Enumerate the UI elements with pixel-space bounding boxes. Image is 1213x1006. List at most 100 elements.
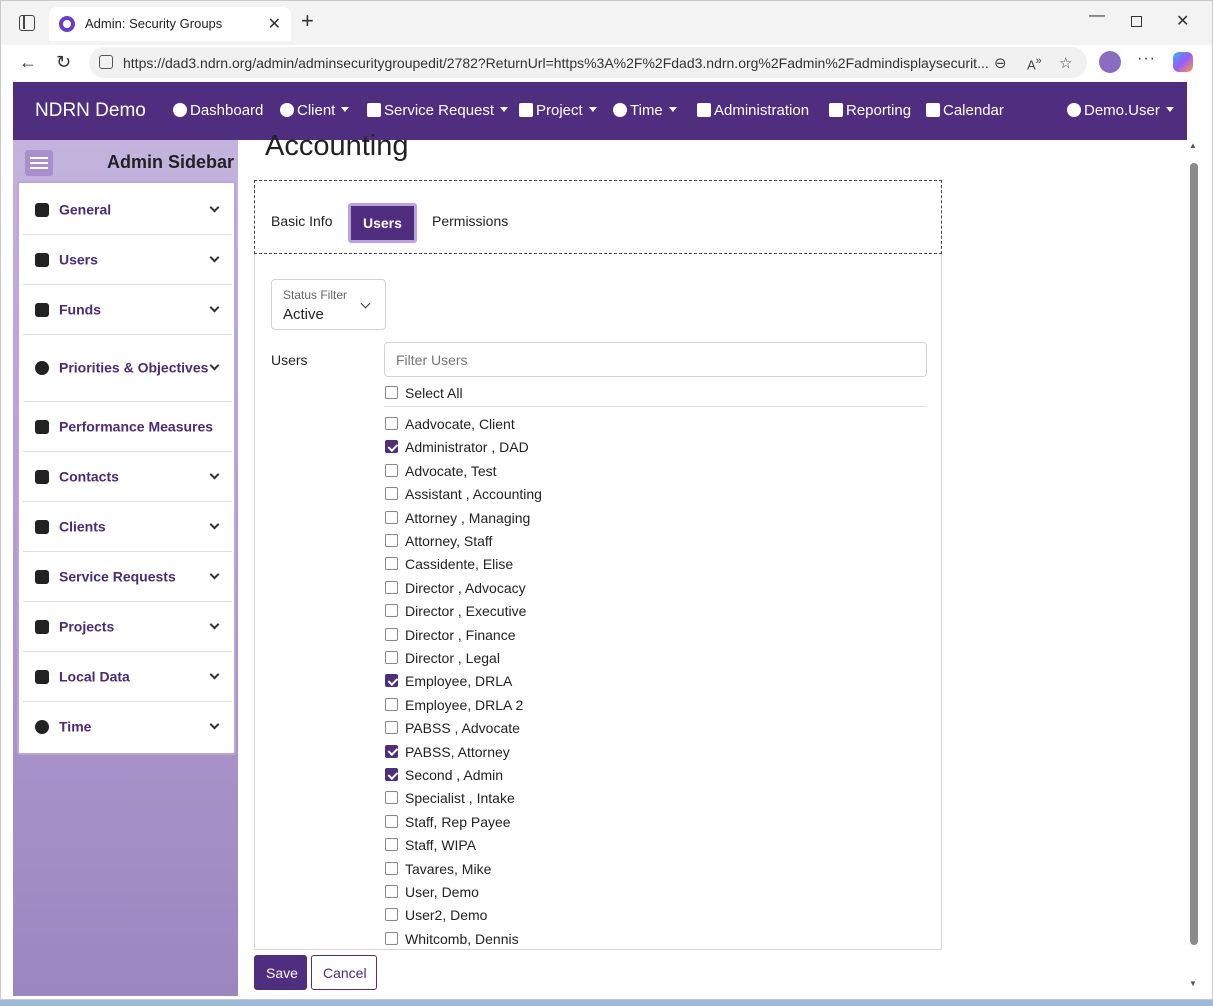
user-checkbox[interactable]	[385, 627, 398, 641]
user-label[interactable]: Staff, Rep Payee	[405, 814, 511, 830]
user-label[interactable]: Aadvocate, Client	[405, 416, 515, 432]
browser-tab[interactable]: Admin: Security Groups ✕	[49, 7, 291, 41]
scroll-down-arrow-icon[interactable]: ▼	[1189, 979, 1197, 988]
copilot-icon[interactable]	[1173, 52, 1193, 72]
user-label[interactable]: Staff, WIPA	[405, 837, 476, 853]
user-checkbox[interactable]	[385, 908, 398, 922]
nav-service-request[interactable]: Service Request	[367, 102, 509, 119]
user-row[interactable]: Employee, DRLA	[384, 671, 784, 691]
user-row[interactable]: PABSS, Attorney	[384, 742, 784, 762]
user-checkbox[interactable]	[385, 768, 398, 781]
tab-basic-info[interactable]: Basic Info	[257, 203, 346, 239]
sidebar-toggle-icon[interactable]	[19, 15, 35, 31]
user-checkbox[interactable]	[385, 604, 398, 618]
user-label[interactable]: Tavares, Mike	[405, 861, 491, 877]
user-checkbox[interactable]	[385, 463, 398, 477]
new-tab-icon[interactable]: +	[301, 10, 314, 32]
url-text[interactable]: https://dad3.ndrn.org/admin/adminsecurit…	[123, 55, 1003, 71]
user-row[interactable]: Director , Finance	[384, 625, 784, 645]
user-label[interactable]: Second , Admin	[405, 767, 503, 783]
user-label[interactable]: Attorney , Managing	[405, 510, 530, 526]
user-checkbox[interactable]	[385, 885, 398, 898]
sidebar-item-users[interactable]: Users	[23, 235, 232, 285]
user-row[interactable]: User2, Demo	[384, 905, 784, 925]
user-label[interactable]: Cassidente, Elise	[405, 556, 513, 572]
user-row[interactable]: Employee, DRLA 2	[384, 695, 784, 715]
user-row[interactable]: Second , Admin	[384, 765, 784, 785]
user-label[interactable]: Whitcomb, Dennis	[405, 931, 519, 947]
user-label[interactable]: Employee, DRLA 2	[405, 697, 523, 713]
user-checkbox[interactable]	[385, 651, 398, 664]
status-filter-select[interactable]: Status Filter Active	[271, 279, 386, 330]
user-label[interactable]: Director , Finance	[405, 627, 515, 643]
sidebar-item-priorities[interactable]: Priorities & Objectives	[23, 335, 232, 402]
close-tab-icon[interactable]: ✕	[268, 14, 281, 34]
user-label[interactable]: Administrator , DAD	[405, 439, 529, 455]
nav-client[interactable]: Client	[280, 102, 350, 119]
user-row[interactable]: Aadvocate, Client	[384, 414, 784, 434]
cancel-button[interactable]: Cancel	[311, 955, 377, 990]
user-checkbox[interactable]	[385, 931, 398, 945]
nav-calendar[interactable]: Calendar	[926, 102, 1004, 119]
user-label[interactable]: Specialist , Intake	[405, 790, 515, 806]
user-checkbox[interactable]	[385, 721, 398, 735]
user-checkbox[interactable]	[385, 791, 398, 805]
tab-permissions[interactable]: Permissions	[418, 203, 522, 239]
read-aloud-icon[interactable]: A»	[1027, 55, 1042, 72]
user-checkbox[interactable]	[385, 838, 398, 852]
user-row[interactable]: Director , Legal	[384, 648, 784, 668]
user-label[interactable]: PABSS, Attorney	[405, 744, 510, 760]
sidebar-item-general[interactable]: General	[23, 185, 232, 235]
sidebar-item-funds[interactable]: Funds	[23, 285, 232, 335]
more-options-icon[interactable]: ···	[1137, 50, 1156, 68]
user-row[interactable]: Staff, Rep Payee	[384, 812, 784, 832]
profile-avatar-icon[interactable]	[1099, 51, 1121, 73]
user-checkbox[interactable]	[385, 487, 398, 501]
url-field[interactable]: https://dad3.ndrn.org/admin/adminsecurit…	[89, 47, 1087, 78]
site-info-icon[interactable]	[99, 55, 113, 69]
user-checkbox[interactable]	[385, 440, 398, 454]
user-label[interactable]: User2, Demo	[405, 907, 487, 923]
scroll-up-arrow-icon[interactable]: ▲	[1189, 141, 1197, 150]
user-checkbox[interactable]	[385, 557, 398, 571]
nav-dashboard[interactable]: Dashboard	[173, 102, 263, 119]
nav-administration[interactable]: Administration	[697, 102, 809, 119]
user-row[interactable]: Specialist , Intake	[384, 788, 784, 808]
sidebar-item-service-requests[interactable]: Service Requests	[23, 552, 232, 602]
maximize-icon[interactable]	[1131, 16, 1142, 27]
user-row[interactable]: Whitcomb, Dennis	[384, 929, 784, 949]
back-icon[interactable]: ←	[19, 52, 37, 73]
user-label[interactable]: Director , Advocacy	[405, 580, 526, 596]
user-row[interactable]: Tavares, Mike	[384, 859, 784, 879]
user-checkbox[interactable]	[385, 744, 398, 758]
user-checkbox[interactable]	[385, 580, 398, 594]
user-label[interactable]: PABSS , Advocate	[405, 720, 520, 736]
hamburger-menu-icon[interactable]	[25, 150, 53, 176]
user-label[interactable]: Advocate, Test	[405, 463, 497, 479]
user-checkbox[interactable]	[385, 510, 398, 524]
user-row[interactable]: Staff, WIPA	[384, 835, 784, 855]
sidebar-item-local-data[interactable]: Local Data	[23, 652, 232, 702]
user-checkbox[interactable]	[385, 861, 398, 875]
user-label[interactable]: Employee, DRLA	[405, 673, 512, 689]
favorite-star-icon[interactable]: ☆	[1059, 54, 1072, 72]
user-row[interactable]: PABSS , Advocate	[384, 718, 784, 738]
save-button[interactable]: Save	[254, 955, 307, 990]
user-row[interactable]: Administrator , DAD	[384, 437, 784, 457]
reload-icon[interactable]: ↻	[56, 52, 71, 73]
user-row[interactable]: User, Demo	[384, 882, 784, 902]
user-row[interactable]: Assistant , Accounting	[384, 484, 784, 504]
brand-link[interactable]: NDRN Demo	[35, 100, 146, 122]
user-label[interactable]: Director , Executive	[405, 603, 526, 619]
nav-reporting[interactable]: Reporting	[829, 102, 911, 119]
select-all-checkbox[interactable]	[385, 386, 398, 399]
user-label[interactable]: User, Demo	[405, 884, 479, 900]
user-label[interactable]: Assistant , Accounting	[405, 486, 542, 502]
select-all-label[interactable]: Select All	[405, 385, 463, 401]
user-row[interactable]: Attorney, Staff	[384, 531, 784, 551]
filter-users-input[interactable]	[384, 342, 927, 377]
user-row[interactable]: Director , Executive	[384, 601, 784, 621]
nav-project[interactable]: Project	[519, 102, 597, 119]
user-checkbox[interactable]	[385, 814, 398, 828]
tab-users[interactable]: Users	[348, 203, 417, 243]
